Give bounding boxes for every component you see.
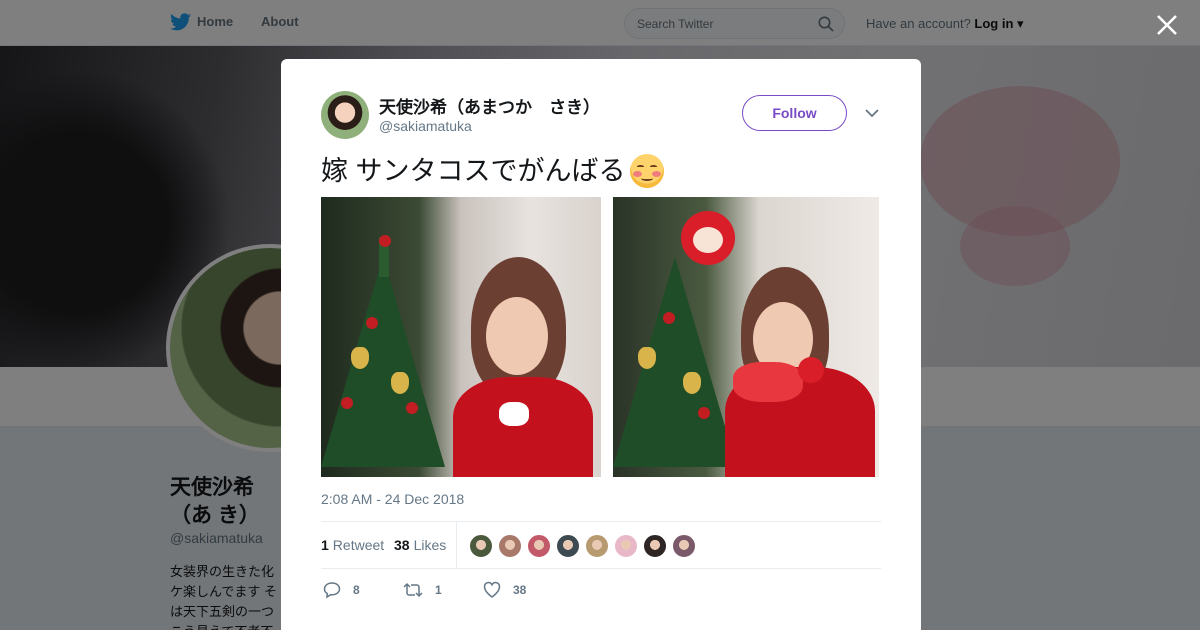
- follow-label: Follow: [772, 105, 817, 121]
- likes-count: 38: [394, 537, 410, 553]
- liker-avatar[interactable]: [585, 534, 609, 558]
- photo-christmas-tree: [613, 257, 737, 467]
- liker-avatar[interactable]: [469, 534, 493, 558]
- tweet-modal: 天使沙希（あまつか さき） @sakiamatuka Follow 嫁 サンタコ…: [281, 59, 921, 630]
- author-handle[interactable]: @sakiamatuka: [379, 118, 472, 134]
- ornament: [406, 402, 418, 414]
- tweet-actions: 8 1 38: [321, 579, 881, 603]
- liker-avatar[interactable]: [672, 534, 696, 558]
- ornament: [341, 397, 353, 409]
- liker-avatar[interactable]: [498, 534, 522, 558]
- likes-label: Likes: [413, 537, 447, 553]
- tweet-text: 嫁 サンタコスでがんばる: [321, 153, 664, 189]
- tweet-text-content: 嫁 サンタコスでがんばる: [321, 156, 626, 186]
- photo-white-bow: [499, 402, 529, 426]
- likes-stat[interactable]: 38 Likes: [394, 537, 446, 553]
- reply-count: 8: [353, 583, 360, 597]
- tweet-stats: 1 Retweet 38 Likes: [321, 521, 881, 569]
- reply-icon: [323, 582, 341, 599]
- liker-avatar[interactable]: [556, 534, 580, 558]
- tweet-timestamp[interactable]: 2:08 AM - 24 Dec 2018: [321, 491, 464, 507]
- author-name[interactable]: 天使沙希（あまつか さき）: [379, 93, 600, 118]
- tweet-photo-1[interactable]: [321, 197, 601, 477]
- ornament-bell: [683, 372, 701, 394]
- photo-santa-dress: [453, 377, 593, 477]
- santa-sticker-face: [693, 227, 723, 253]
- retweets-label: Retweet: [332, 537, 385, 553]
- retweet-icon: [403, 582, 423, 598]
- liker-avatar[interactable]: [527, 534, 551, 558]
- ornament-bell: [391, 372, 409, 394]
- ornament-bell: [638, 347, 656, 369]
- santa-sticker-small: [798, 357, 824, 383]
- retweets-count: 1: [321, 537, 329, 553]
- ornament: [379, 235, 391, 247]
- follow-button[interactable]: Follow: [742, 95, 847, 131]
- ornament: [698, 407, 710, 419]
- photo-face: [486, 297, 548, 375]
- author-avatar[interactable]: [321, 91, 369, 139]
- reply-button[interactable]: 8: [323, 581, 360, 599]
- retweets-stat[interactable]: 1 Retweet: [321, 537, 384, 553]
- like-count: 38: [513, 582, 527, 597]
- stats-divider: [456, 522, 457, 569]
- retweet-count: 1: [435, 583, 442, 597]
- like-button[interactable]: 38: [483, 581, 526, 598]
- close-icon[interactable]: [1154, 12, 1180, 38]
- retweet-button[interactable]: 1: [403, 581, 442, 599]
- ornament-bell: [351, 347, 369, 369]
- tweet-photo-2[interactable]: [613, 197, 879, 477]
- ornament: [366, 317, 378, 329]
- scarf-sticker: [733, 362, 803, 402]
- ornament: [663, 312, 675, 324]
- liker-avatar[interactable]: [614, 534, 638, 558]
- liker-avatar[interactable]: [643, 534, 667, 558]
- heart-icon: [483, 581, 501, 598]
- relieved-blushing-face-icon: [629, 154, 664, 188]
- chevron-down-icon[interactable]: [864, 106, 880, 120]
- photo-christmas-tree: [321, 257, 445, 467]
